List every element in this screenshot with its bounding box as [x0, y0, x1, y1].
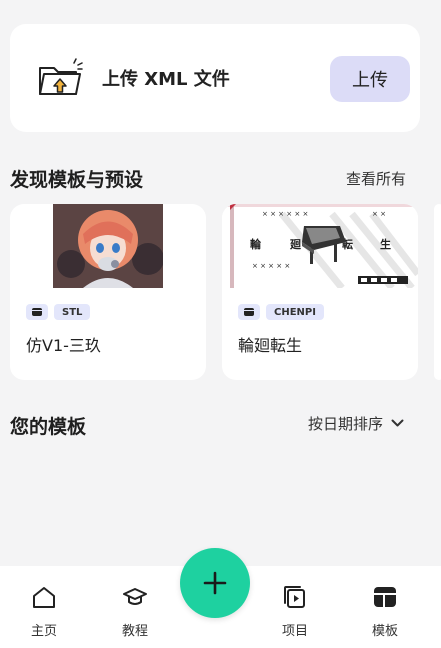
- template-card[interactable]: STL 仿V1-三玖: [10, 204, 206, 380]
- graduation-cap-icon: [123, 588, 147, 605]
- thumb-char: 生: [380, 237, 391, 251]
- template-icon: [374, 587, 396, 607]
- template-tags: CHENPI: [238, 304, 324, 320]
- template-card[interactable]: × × × × × × × × × × × × × 輪 廻 転 生 CHENPI…: [222, 204, 418, 380]
- template-icon: [238, 304, 260, 320]
- thumb-char: 廻: [289, 238, 302, 251]
- discover-section-title: 发现模板与预设: [10, 169, 144, 191]
- template-tags: STL: [26, 304, 91, 320]
- template-thumbnail: × × × × × × × × × × × × × 輪 廻 転 生: [222, 204, 418, 288]
- view-all-link[interactable]: 查看所有: [346, 168, 406, 189]
- upload-button[interactable]: 上传: [330, 56, 410, 102]
- my-templates-title: 您的模板: [10, 416, 87, 438]
- template-tag: CHENPI: [266, 304, 324, 320]
- nav-item-templates[interactable]: 模板: [355, 566, 415, 648]
- nav-label: 教程: [121, 624, 148, 639]
- sort-label: 按日期排序: [308, 415, 384, 433]
- template-name: 輪廻転生: [238, 336, 303, 355]
- nav-item-projects[interactable]: 项目: [265, 566, 325, 648]
- nav-item-home[interactable]: 主页: [14, 566, 74, 648]
- nav-label: 项目: [281, 624, 308, 639]
- template-tag: STL: [54, 304, 91, 320]
- plus-icon: [203, 571, 227, 595]
- template-thumbnail: [53, 204, 163, 288]
- nav-label: 主页: [30, 624, 57, 639]
- template-card-peek[interactable]: [434, 204, 441, 380]
- sort-dropdown[interactable]: 按日期排序: [308, 413, 404, 434]
- template-name: 仿V1-三玖: [26, 336, 101, 355]
- nav-item-tutorial[interactable]: 教程: [105, 566, 165, 648]
- svg-text:× ×: × ×: [372, 210, 386, 218]
- folder-upload-icon: [39, 58, 83, 95]
- add-project-button[interactable]: [180, 548, 250, 618]
- home-icon: [33, 587, 55, 608]
- project-icon: [284, 586, 305, 608]
- thumb-char: 輪: [250, 237, 262, 251]
- upload-card: 上传 XML 文件 上传: [10, 24, 420, 132]
- template-icon: [26, 304, 48, 320]
- svg-text:× × × × ×: × × × × ×: [252, 262, 290, 270]
- chevron-down-icon: [391, 419, 404, 427]
- svg-text:× × × × × ×: × × × × × ×: [262, 210, 308, 218]
- nav-label: 模板: [371, 624, 398, 639]
- upload-xml-label: 上传 XML 文件: [102, 69, 230, 90]
